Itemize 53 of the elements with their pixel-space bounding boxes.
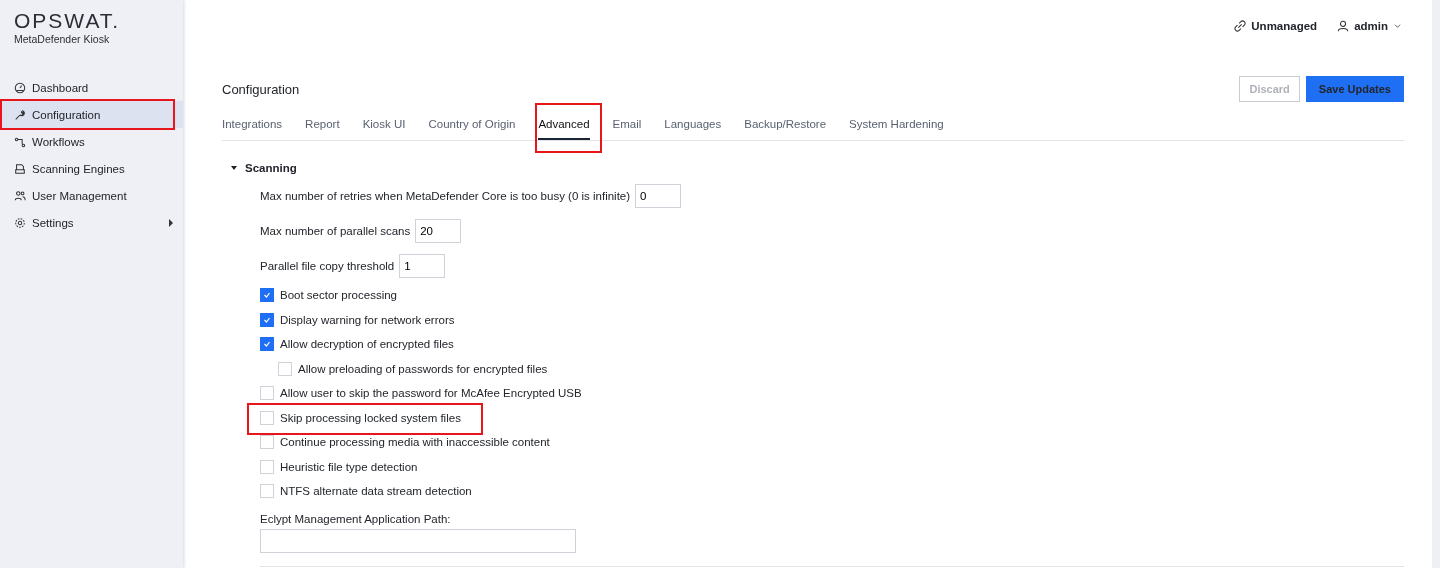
tab[interactable]: Country of Origin <box>428 118 516 138</box>
check-icon <box>263 291 271 300</box>
number-field[interactable]: 0 <box>635 183 682 208</box>
checkbox-label: Display warning for network errors <box>280 313 455 326</box>
checkbox-label: Continue processing media with inaccessible content <box>280 436 550 449</box>
checkbox[interactable] <box>260 337 274 352</box>
number-field[interactable]: 1 <box>399 253 446 278</box>
sidebar-item[interactable]: Scanning Engines <box>0 155 183 182</box>
status-label: Unmanaged <box>1251 20 1318 32</box>
sidebar-item[interactable]: Settings <box>0 209 183 236</box>
tab[interactable]: Languages <box>664 118 722 138</box>
caret-icon[interactable] <box>231 166 237 170</box>
gear-icon <box>14 216 26 229</box>
users-icon <box>14 189 26 202</box>
tab[interactable]: Email <box>612 118 642 138</box>
product-name: MetaDefender Kiosk <box>13 33 111 45</box>
check-icon <box>263 315 271 324</box>
user-icon <box>1337 20 1350 32</box>
field-label: Eclypt Management Application Path: <box>260 511 452 525</box>
checkbox[interactable] <box>260 288 274 303</box>
printer-icon <box>14 162 26 175</box>
tab[interactable]: Backup/Restore <box>744 118 827 138</box>
check-icon <box>263 340 271 349</box>
checkbox-label: Heuristic file type detection <box>280 460 418 473</box>
path-field[interactable] <box>260 528 576 553</box>
setting-label: Parallel file copy threshold <box>260 259 395 272</box>
setting-label: Max number of parallel scans <box>260 224 411 237</box>
checkbox-label: Skip processing locked system files <box>280 411 461 424</box>
section-title: Scanning <box>245 162 297 174</box>
tab[interactable]: Report <box>305 118 340 138</box>
wrench-icon <box>14 108 26 121</box>
tab[interactable]: Integrations <box>222 118 283 138</box>
link-icon <box>1234 20 1247 32</box>
setting-label: Max number of retries when MetaDefender Core is too busy (0 is infinite) <box>260 189 631 202</box>
checkbox-label: Allow user to skip the password for McAfee Encrypted USB <box>280 387 582 400</box>
tab[interactable]: Advanced <box>538 118 590 140</box>
sidebar-item[interactable]: Workflows <box>0 128 183 155</box>
checkbox-label: Allow decryption of encrypted files <box>280 338 454 351</box>
checkbox[interactable] <box>260 312 274 327</box>
nodes-icon <box>14 135 26 148</box>
logo: OPSWAT. <box>13 9 122 33</box>
tab[interactable]: Kiosk UI <box>362 118 406 138</box>
checkbox-label: NTFS alternate data stream detection <box>280 485 472 498</box>
sidebar-item[interactable]: User Management <box>0 182 183 209</box>
sidebar-item[interactable]: Configuration <box>0 101 183 128</box>
tab[interactable]: System Hardening <box>849 118 944 138</box>
checkbox-label: Boot sector processing <box>280 289 397 302</box>
sidebar-item[interactable]: Dashboard <box>0 74 183 101</box>
checkbox-label: Allow preloading of passwords for encrypted files <box>298 362 548 375</box>
user-menu[interactable]: admin <box>1354 20 1388 32</box>
gauge-icon <box>14 81 26 94</box>
page-title: Configuration <box>222 81 300 97</box>
number-field[interactable]: 20 <box>415 218 462 243</box>
